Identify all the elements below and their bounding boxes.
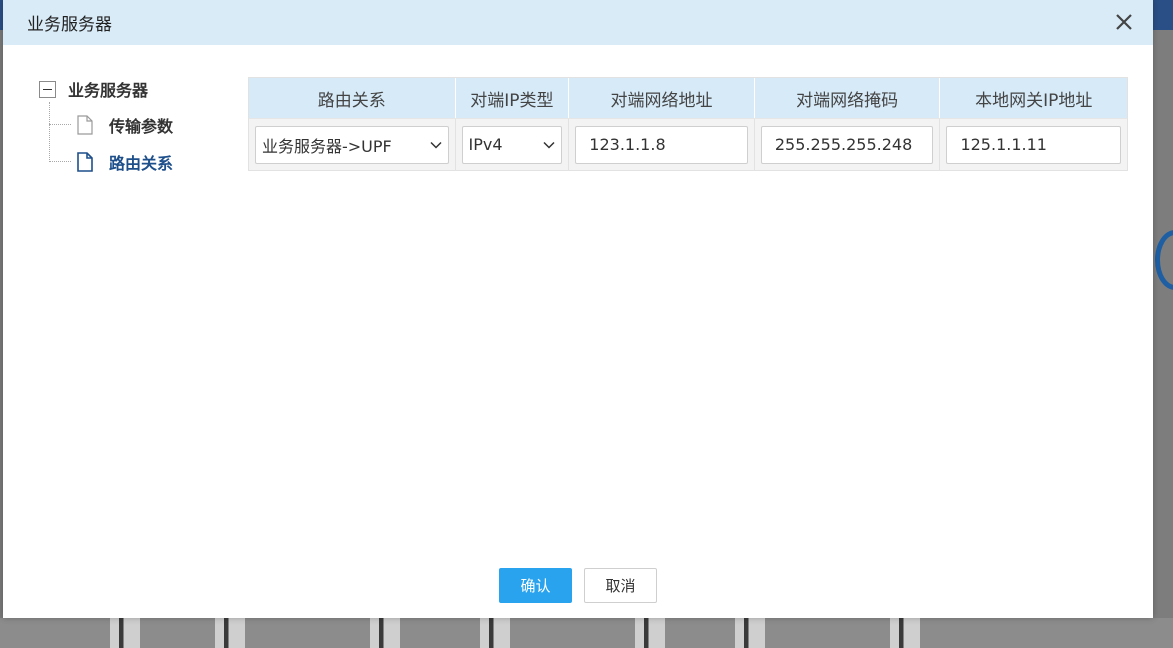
background-bottom-strip (0, 618, 1173, 648)
tree-item-label: 路由关系 (109, 153, 174, 173)
ip-type-select[interactable]: IPv4 (461, 125, 563, 164)
background-rack (370, 618, 400, 648)
local-gateway-input[interactable] (946, 125, 1122, 164)
background-rack (735, 618, 765, 648)
tree-nav: 业务服务器 传输参数 路由关系 (39, 72, 239, 180)
collapse-toggle[interactable] (39, 80, 56, 98)
route-select-value: 业务服务器->UPF (262, 136, 392, 156)
background-ring-graphic (1155, 230, 1173, 290)
tree-root-label: 业务服务器 (68, 81, 149, 100)
cell-peer-address (569, 119, 755, 170)
table-header: 路由关系 对端IP类型 对端网络地址 对端网络掩码 本地网关IP地址 (249, 78, 1127, 118)
route-table: 路由关系 对端IP类型 对端网络地址 对端网络掩码 本地网关IP地址 业务服务器… (248, 77, 1128, 171)
chevron-down-icon (543, 141, 555, 149)
modal-dialog: 业务服务器 业务服务器 传输参数 路由关系 路由关系 对端IP类型 对端网络地址… (3, 0, 1153, 618)
tree-item-transport-params[interactable]: 传输参数 (49, 106, 239, 143)
column-header-local-gateway: 本地网关IP地址 (975, 90, 1093, 111)
background-right-edge (1153, 30, 1173, 618)
cell-ip-type: IPv4 (456, 119, 570, 170)
document-icon (77, 114, 93, 135)
close-button[interactable] (1113, 11, 1135, 33)
background-rack (110, 618, 140, 648)
modal-header: 业务服务器 (3, 0, 1153, 45)
column-header-route: 路由关系 (249, 78, 456, 118)
ip-type-select-value: IPv4 (468, 135, 503, 154)
tree-connector (49, 124, 71, 125)
tree-root[interactable]: 业务服务器 (39, 72, 239, 106)
tree-connector (49, 161, 71, 162)
column-header-ip-type: 对端IP类型 (456, 78, 570, 118)
column-header-peer-address: 对端网络地址 (569, 78, 755, 118)
cell-peer-mask (755, 119, 941, 170)
cell-route: 业务服务器->UPF (249, 119, 456, 170)
confirm-button[interactable]: 确认 (499, 568, 572, 603)
background-rack (635, 618, 665, 648)
tree-children: 传输参数 路由关系 (49, 102, 239, 180)
column-header-peer-mask: 对端网络掩码 (755, 78, 941, 118)
background-rack (215, 618, 245, 648)
table-row: 业务服务器->UPF IPv4 (249, 118, 1127, 170)
route-select[interactable]: 业务服务器->UPF (255, 125, 449, 164)
document-icon (77, 151, 93, 172)
minus-icon (43, 88, 52, 90)
cell-local-gateway (940, 119, 1127, 170)
peer-address-input[interactable] (575, 125, 748, 164)
tree-item-label: 传输参数 (109, 116, 174, 136)
cancel-button[interactable]: 取消 (584, 568, 657, 603)
close-icon (1116, 14, 1132, 30)
chevron-down-icon (430, 141, 442, 149)
peer-mask-input[interactable] (760, 125, 934, 164)
modal-title: 业务服务器 (27, 15, 112, 35)
background-rack (890, 618, 920, 648)
background-rack (480, 618, 510, 648)
tree-item-route-relation[interactable]: 路由关系 (49, 143, 239, 180)
